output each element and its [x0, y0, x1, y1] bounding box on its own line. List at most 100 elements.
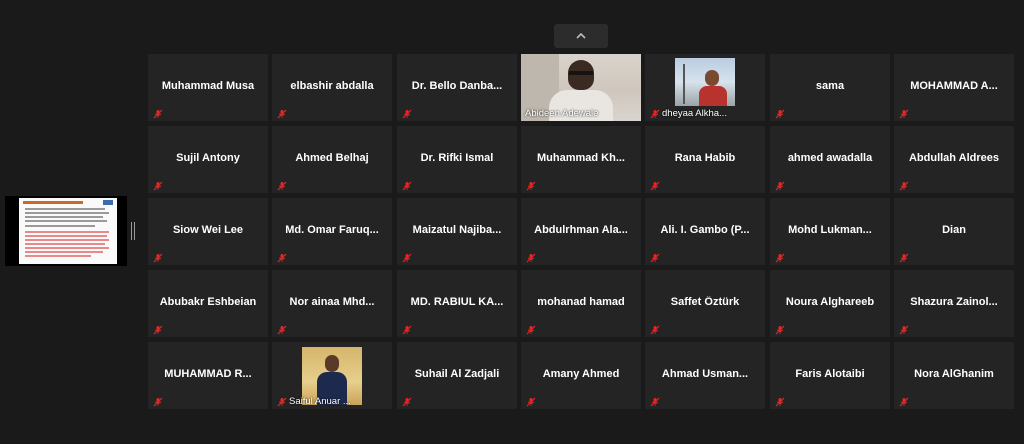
mic-off-icon	[899, 250, 909, 263]
participant-tile[interactable]: mohanad hamad	[521, 270, 641, 337]
mic-off-icon	[526, 178, 536, 191]
shared-document-preview	[19, 198, 117, 264]
participant-tile[interactable]: Mohd Lukman...	[770, 198, 890, 265]
mic-off-icon	[153, 178, 163, 191]
participant-name: elbashir abdalla	[290, 80, 374, 92]
shared-screen-thumbnail[interactable]	[5, 196, 127, 266]
mic-off-icon	[402, 178, 412, 191]
participant-name: Muhammad Kh...	[536, 152, 625, 164]
participant-name: Saiful Anuar ...	[289, 396, 351, 407]
participant-tile[interactable]: Noura Alghareeb	[770, 270, 890, 337]
participant-tile[interactable]: Amany Ahmed	[521, 342, 641, 409]
participant-tile[interactable]: Muhammad Musa	[148, 54, 268, 121]
participant-tile[interactable]: Abdulrhman Ala...	[521, 198, 641, 265]
participant-tile[interactable]: Ahmad Usman...	[645, 342, 765, 409]
participant-tile[interactable]: MUHAMMAD R...	[148, 342, 268, 409]
participant-tile[interactable]: Ahmed Belhaj	[272, 126, 392, 193]
mic-off-icon	[899, 106, 909, 119]
participant-tile[interactable]: Saffet Öztürk	[645, 270, 765, 337]
participant-tile[interactable]: MOHAMMAD A...	[894, 54, 1014, 121]
participant-name: Ahmad Usman...	[661, 368, 749, 380]
mic-off-icon	[775, 250, 785, 263]
participant-tile[interactable]: MD. RABIUL KA...	[397, 270, 517, 337]
participant-tile[interactable]: Abideen Adewale	[521, 54, 641, 121]
participant-name: Ali. I. Gambo (P...	[660, 224, 750, 236]
participant-tile[interactable]: Rana Habib	[645, 126, 765, 193]
participant-tile[interactable]: elbashir abdalla	[272, 54, 392, 121]
mic-off-icon	[650, 250, 660, 263]
participant-name: Ahmed Belhaj	[295, 152, 369, 164]
mic-off-icon	[153, 106, 163, 119]
mic-off-icon	[650, 322, 660, 335]
participant-tile[interactable]: Shazura Zainol...	[894, 270, 1014, 337]
gallery-view: Muhammad Musa elbashir abdalla Dr. Bello D…	[0, 0, 1024, 444]
participant-tile[interactable]: Dr. Rifki Ismal	[397, 126, 517, 193]
mic-off-icon	[775, 106, 785, 119]
mic-off-icon	[153, 250, 163, 263]
participant-name: Shazura Zainol...	[910, 296, 998, 308]
participant-tile[interactable]: Abdullah Aldrees	[894, 126, 1014, 193]
resize-handle[interactable]	[131, 222, 135, 240]
participant-name: Rana Habib	[674, 152, 736, 164]
mic-off-icon	[526, 322, 536, 335]
mic-off-icon	[899, 322, 909, 335]
mic-off-icon	[650, 106, 660, 119]
participant-tile[interactable]: Muhammad Kh...	[521, 126, 641, 193]
participant-tile[interactable]: Nora AlGhanim	[894, 342, 1014, 409]
participant-tile[interactable]: Md. Omar Faruq...	[272, 198, 392, 265]
participant-name: Dian	[942, 224, 966, 236]
participant-name: Siow Wei Lee	[172, 224, 244, 236]
participant-name: Mohd Lukman...	[788, 224, 872, 236]
participant-tile[interactable]: Dian	[894, 198, 1014, 265]
mic-off-icon	[526, 250, 536, 263]
participant-name: Saffet Öztürk	[670, 296, 740, 308]
mic-off-icon	[153, 394, 163, 407]
participant-name: Abideen Adewale	[525, 108, 599, 119]
participant-tile[interactable]: ahmed awadalla	[770, 126, 890, 193]
participant-name: ahmed awadalla	[787, 152, 873, 164]
scroll-up-button[interactable]	[554, 24, 608, 48]
participant-tile[interactable]: Sujil Antony	[148, 126, 268, 193]
participant-tile[interactable]: sama	[770, 54, 890, 121]
mic-off-icon	[277, 394, 287, 407]
mic-off-icon	[402, 250, 412, 263]
participant-name: Abdulrhman Ala...	[534, 224, 628, 236]
mic-off-icon	[775, 322, 785, 335]
mic-off-icon	[277, 250, 287, 263]
mic-off-icon	[277, 178, 287, 191]
participant-tile[interactable]: Suhail Al Zadjali	[397, 342, 517, 409]
participant-tile[interactable]: Ali. I. Gambo (P...	[645, 198, 765, 265]
participant-name: Abdullah Aldrees	[908, 152, 1000, 164]
mic-off-icon	[650, 394, 660, 407]
participant-tile[interactable]: Saiful Anuar ...	[272, 342, 392, 409]
participant-name: MOHAMMAD A...	[910, 80, 998, 92]
participant-name: Amany Ahmed	[542, 368, 620, 380]
participant-tile[interactable]: Siow Wei Lee	[148, 198, 268, 265]
mic-off-icon	[775, 178, 785, 191]
mic-off-icon	[899, 394, 909, 407]
participant-tile[interactable]: Abubakr Eshbeian	[148, 270, 268, 337]
participant-name: Muhammad Musa	[161, 80, 255, 92]
participant-tile[interactable]: dheyaa Alkha...	[645, 54, 765, 121]
participant-tile[interactable]: Maizatul Najiba...	[397, 198, 517, 265]
mic-off-icon	[402, 106, 412, 119]
participant-tile[interactable]: Dr. Bello Danba...	[397, 54, 517, 121]
mic-off-icon	[650, 178, 660, 191]
participant-name: Abubakr Eshbeian	[159, 296, 257, 308]
participant-name: dheyaa Alkha...	[662, 108, 727, 119]
participant-name: mohanad hamad	[537, 296, 625, 308]
participant-name: Noura Alghareeb	[785, 296, 875, 308]
mic-off-icon	[899, 178, 909, 191]
participant-tile[interactable]: Faris Alotaibi	[770, 342, 890, 409]
participant-tile[interactable]: Nor ainaa Mhd...	[272, 270, 392, 337]
mic-off-icon	[402, 394, 412, 407]
participant-name: Sujil Antony	[176, 152, 240, 164]
mic-off-icon	[277, 322, 287, 335]
participant-name: sama	[815, 80, 845, 92]
participant-name: MD. RABIUL KA...	[410, 296, 504, 308]
participant-name: Maizatul Najiba...	[412, 224, 502, 236]
participant-video	[675, 58, 735, 106]
chevron-up-icon	[576, 32, 586, 39]
participant-name: Suhail Al Zadjali	[414, 368, 500, 380]
participant-name: Faris Alotaibi	[795, 368, 865, 380]
